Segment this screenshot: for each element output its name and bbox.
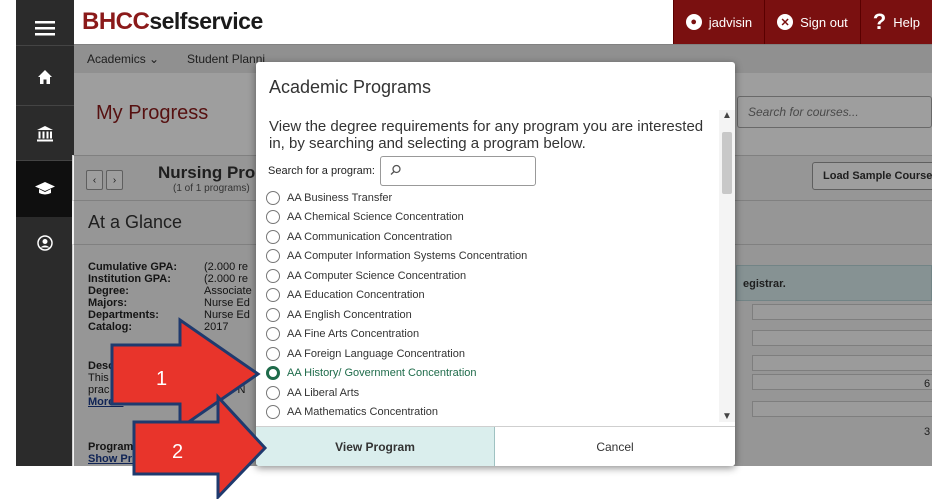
callout-label-1: 1 bbox=[156, 368, 168, 390]
callout-arrow-1 bbox=[110, 317, 261, 431]
callout-arrows bbox=[110, 317, 268, 499]
callout-label-2: 2 bbox=[172, 441, 184, 463]
